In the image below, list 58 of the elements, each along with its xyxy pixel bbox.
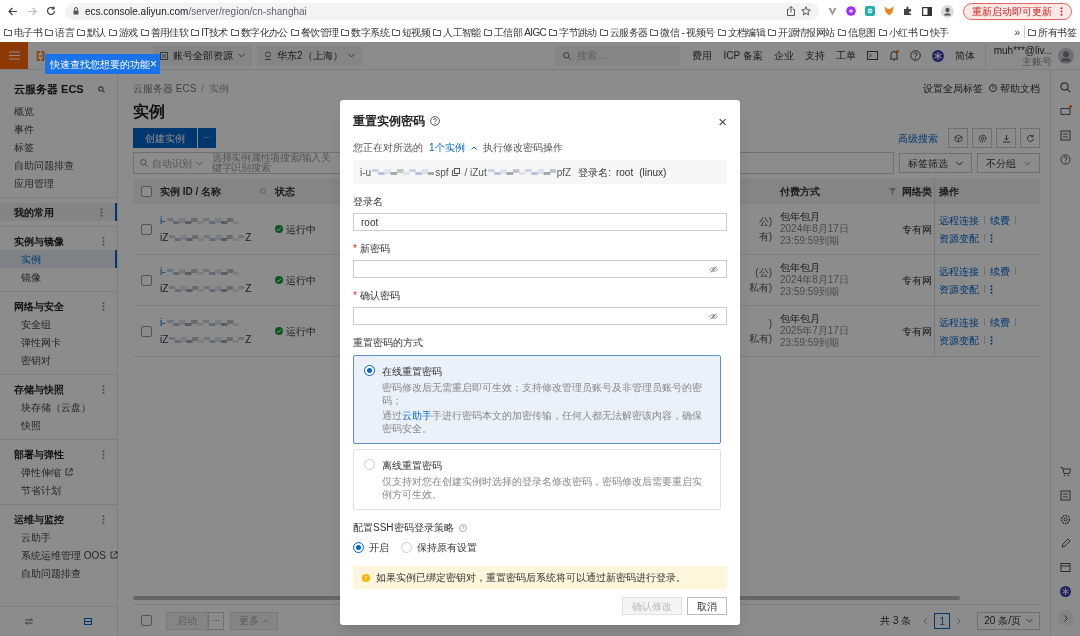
status-text: 运行中 xyxy=(286,273,316,288)
dialog-title: 重置实例密码 xyxy=(353,113,425,130)
field-label: 确认密码 xyxy=(359,289,400,303)
option-title: 在线重置密码 xyxy=(382,365,443,379)
table-cell-text: 私有) xyxy=(748,281,772,295)
section-label: 重置密码的方式 xyxy=(353,336,424,350)
instance-name: Z xyxy=(245,231,252,245)
section-label: 配置SSH密码登录策略 xyxy=(353,521,454,535)
instance-name: iZ xyxy=(160,333,169,347)
status-text: 运行中 xyxy=(286,324,316,339)
field-label: 登录名 xyxy=(353,195,383,209)
table-cell-text: 公) xyxy=(758,215,772,229)
column-header: 操作 xyxy=(934,178,1040,204)
network-type: 专有网 xyxy=(902,273,933,288)
instance-name: pfZ xyxy=(556,165,572,180)
option-description: 通过云助手手进行密码本文的加密传输，任何人都无法解密该内容，确保密码安全。 xyxy=(382,409,703,435)
instance-name: / iZut xyxy=(464,165,487,180)
column-header: 网络类 xyxy=(902,184,933,199)
network-type: 专有网 xyxy=(902,324,933,339)
option-description: 仅支持对您在创建实例时选择的登录名修改密码，密码修改后需要重启实例方可生效。 xyxy=(382,475,703,501)
column-header: 实例 ID / 名称 xyxy=(160,184,222,199)
page-title: 实例 xyxy=(133,102,165,122)
instance-name: iZ xyxy=(160,231,169,245)
url-path: /server/region/cn-shanghai xyxy=(188,4,307,19)
scope-text: 执行修改密码操作 xyxy=(482,141,563,155)
instance-name: iZ xyxy=(160,282,169,296)
field-label: 新密码 xyxy=(359,242,390,256)
instance-id: i-u xyxy=(360,165,372,180)
required-mark: * xyxy=(353,289,357,303)
billing-type: 包年包月 xyxy=(780,313,821,325)
table-cell-text: 有) xyxy=(758,230,772,244)
tooltip-text: 快速查找您想要的功能 xyxy=(50,57,150,72)
url-host: ecs.console.aliyun.com xyxy=(85,4,189,19)
dropdown-value: 账号全部资源 xyxy=(173,49,233,63)
dropdown-value: 华东2（上海） xyxy=(277,49,343,63)
scope-text: 您正在对所选的 xyxy=(353,141,423,155)
login-label: 登录名: xyxy=(578,165,611,180)
column-header: 付费方式 xyxy=(780,184,820,199)
os-type: (linux) xyxy=(639,165,667,180)
column-header: 状态 xyxy=(275,184,296,199)
table-cell-text: 私有) xyxy=(748,332,772,346)
option-description: 密码修改后无需重启即可生效；支持修改管理员账号及非管理员账号的密码； xyxy=(382,381,703,407)
required-mark: * xyxy=(353,242,357,256)
billing-type: 包年包月 xyxy=(780,262,821,274)
breadcrumb-separator: / xyxy=(201,81,205,96)
table-cell-text: (公) xyxy=(755,266,772,280)
total-count: 共 3 条 xyxy=(880,614,912,628)
login-name: root xyxy=(615,165,634,180)
instance-id: spf xyxy=(435,165,449,180)
network-type: 专有网 xyxy=(902,222,933,237)
billing-type: 包年包月 xyxy=(780,211,821,223)
warning-text: 如果实例已绑定密钥对，重置密码后系统将可以通过新密码进行登录。 xyxy=(376,571,686,585)
option-title: 离线重置密码 xyxy=(382,459,443,473)
instance-name: Z xyxy=(245,333,252,347)
table-cell-text: ) xyxy=(768,317,772,331)
status-text: 运行中 xyxy=(286,222,316,237)
instance-name: Z xyxy=(245,282,252,296)
sidebar-title: 云服务器 ECS xyxy=(14,81,84,97)
